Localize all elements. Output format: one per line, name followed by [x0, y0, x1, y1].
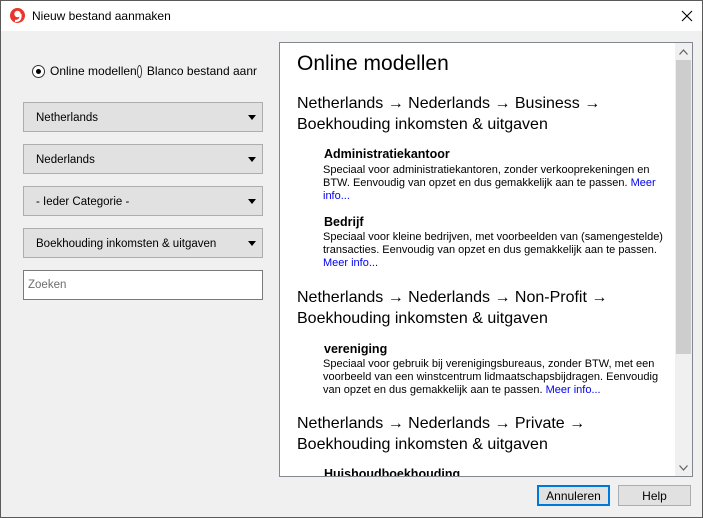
model-description-text: Speciaal voor administratiekantoren, zon… — [323, 164, 650, 189]
scroll-down-button[interactable] — [675, 459, 692, 476]
country-select[interactable]: Netherlands — [23, 102, 263, 132]
model-description-text: Speciaal voor kleine bedrijven, met voor… — [323, 231, 663, 256]
model-description: Speciaal voor administratiekantoren, zon… — [323, 164, 663, 203]
model-description-text: Speciaal voor gebruik bij verenigingsbur… — [323, 358, 659, 396]
radio-blank-label: Blanco bestand aanr — [146, 64, 257, 78]
app-logo-icon — [10, 8, 25, 23]
cancel-button[interactable]: Annuleren — [537, 485, 610, 506]
model-name: Bedrijf — [324, 215, 364, 229]
radio-online-indicator[interactable] — [32, 64, 45, 78]
model-description: Speciaal voor kleine bedrijven, met voor… — [323, 231, 663, 270]
title-bar: Nieuw bestand aanmaken — [1, 1, 702, 31]
model-name: Administratiekantoor — [324, 147, 450, 161]
dropdown-arrow-icon — [248, 241, 256, 246]
group-path: Netherlands → Nederlands → Non-Profit → … — [297, 289, 608, 327]
chevron-down-icon — [679, 464, 688, 471]
search-input[interactable] — [23, 270, 263, 300]
scroll-thumb[interactable] — [676, 60, 691, 354]
panel-heading: Online modellen — [297, 52, 449, 75]
online-models-panel[interactable]: Online modellen Netherlands → Nederlands… — [279, 42, 693, 477]
type-select-value: Boekhouding inkomsten & uitgaven — [36, 238, 217, 250]
radio-blank-indicator[interactable] — [137, 64, 142, 78]
category-select-value: - Ieder Categorie - — [36, 196, 130, 208]
radio-online-label: Online modellen — [50, 64, 137, 78]
type-select[interactable]: Boekhouding inkomsten & uitgaven — [23, 228, 263, 258]
country-select-value: Netherlands — [36, 112, 99, 124]
dropdown-arrow-icon — [248, 115, 256, 120]
close-icon — [681, 10, 693, 22]
group-path: Netherlands → Nederlands → Business → Bo… — [297, 95, 601, 133]
window-title: Nieuw bestand aanmaken — [32, 9, 171, 23]
category-select[interactable]: - Ieder Categorie - — [23, 186, 263, 216]
language-select-value: Nederlands — [36, 154, 95, 166]
panel-scrollbar[interactable] — [675, 43, 692, 476]
dropdown-arrow-icon — [248, 199, 256, 204]
scroll-up-button[interactable] — [675, 43, 692, 60]
chevron-up-icon — [679, 48, 688, 55]
help-button[interactable]: Help — [618, 485, 691, 506]
model-name: vereniging — [324, 342, 388, 356]
dialog-window: Nieuw bestand aanmaken Online modellen B… — [0, 0, 703, 518]
language-select[interactable]: Nederlands — [23, 144, 263, 174]
radio-blank-file[interactable]: Blanco bestand aanr — [137, 64, 257, 78]
group-path: Netherlands → Nederlands → Private → Boe… — [297, 415, 586, 453]
more-info-link[interactable]: Meer info... — [323, 257, 378, 269]
dropdown-arrow-icon — [248, 157, 256, 162]
model-name: Huishoudboekhouding — [324, 467, 461, 477]
more-info-link[interactable]: Meer info... — [546, 384, 601, 396]
model-description: Speciaal voor gebruik bij verenigingsbur… — [323, 358, 663, 397]
radio-online-models[interactable]: Online modellen — [32, 64, 137, 78]
close-button[interactable] — [672, 1, 702, 31]
